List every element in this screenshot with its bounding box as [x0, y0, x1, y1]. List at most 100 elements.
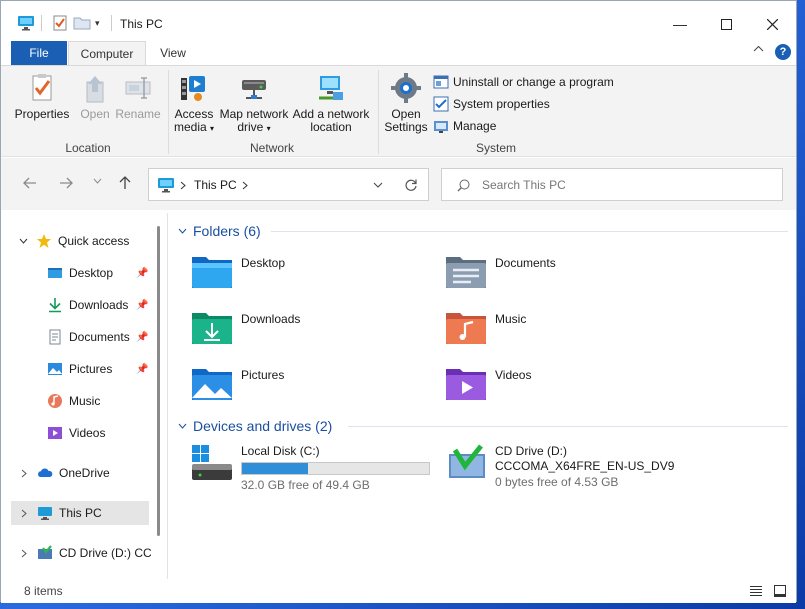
open-settings-label-2: Settings: [384, 120, 428, 134]
computer-icon[interactable]: [17, 13, 35, 33]
status-item-count: 8 items: [24, 584, 63, 598]
system-properties-label: System properties: [453, 97, 550, 111]
nav-onedrive[interactable]: OneDrive: [11, 461, 151, 485]
folder-documents[interactable]: Documents: [445, 253, 556, 289]
local-disk-icon: [192, 445, 232, 480]
nav-cd-drive[interactable]: CD Drive (D:) CCC: [11, 541, 151, 565]
properties-button[interactable]: Properties: [10, 72, 74, 121]
refresh-icon[interactable]: [404, 178, 418, 192]
navigation-pane: Quick access Desktop 📌 Downloads 📌 Docum…: [11, 211, 165, 579]
back-button[interactable]: [23, 176, 37, 192]
access-media-button[interactable]: Access media ▾: [171, 72, 217, 135]
pin-icon[interactable]: 📌: [136, 268, 148, 279]
nav-pictures-label: Pictures: [69, 362, 113, 376]
nav-quick-access[interactable]: Quick access: [11, 229, 151, 253]
nav-videos-label: Videos: [69, 426, 106, 440]
location-group-label: Location: [65, 141, 111, 155]
up-arrow-icon: [119, 176, 131, 189]
map-network-drive-button[interactable]: Map network drive ▾: [218, 72, 290, 135]
uninstall-icon: [433, 75, 449, 89]
open-settings-button[interactable]: Open Settings: [382, 72, 430, 134]
rename-icon: [125, 77, 151, 99]
details-view-icon[interactable]: [749, 585, 763, 597]
add-location-label-2: location: [310, 120, 352, 134]
folder-music-label: Music: [495, 312, 527, 326]
uninstall-program-button[interactable]: Uninstall or change a program: [433, 74, 614, 90]
section-chevron-icon: [178, 423, 187, 429]
nav-desktop[interactable]: Desktop: [47, 261, 113, 285]
folder-documents-label: Documents: [495, 256, 556, 270]
large-icons-view-icon[interactable]: [773, 584, 787, 598]
drive-d-volume-label: CCCOMA_X64FRE_EN-US_DV9: [495, 459, 675, 473]
maximize-icon: [720, 18, 732, 30]
nav-downloads[interactable]: Downloads: [47, 293, 128, 317]
manage-button[interactable]: Manage: [433, 118, 496, 134]
maximize-button[interactable]: [711, 11, 741, 37]
folder-desktop[interactable]: Desktop: [191, 253, 285, 289]
cd-drive-icon: [449, 444, 485, 478]
properties-qa-icon[interactable]: [52, 13, 68, 33]
manage-icon: [434, 121, 448, 133]
nav-music[interactable]: Music: [47, 389, 100, 413]
document-icon: [49, 329, 61, 345]
breadcrumb-this-pc[interactable]: This PC: [194, 178, 237, 192]
folder-pictures[interactable]: Pictures: [191, 365, 284, 401]
customize-qa-dropdown-icon[interactable]: ▾: [95, 13, 100, 33]
address-bar[interactable]: This PC: [148, 168, 429, 201]
collapsed-chevron-icon[interactable]: [21, 469, 27, 478]
search-box[interactable]: Search This PC: [441, 168, 783, 201]
open-button[interactable]: Open: [75, 72, 115, 121]
rename-button[interactable]: Rename: [115, 72, 161, 121]
ribbon: Properties Open Rename Location Access m…: [1, 65, 796, 157]
recent-locations-button[interactable]: [93, 176, 102, 187]
folders-section-header[interactable]: Folders (6): [178, 220, 788, 242]
system-properties-button[interactable]: System properties: [433, 96, 550, 112]
folder-downloads[interactable]: Downloads: [191, 309, 300, 345]
pin-icon[interactable]: 📌: [136, 300, 148, 311]
system-properties-icon: [433, 96, 449, 112]
pin-icon[interactable]: 📌: [136, 364, 148, 375]
nav-documents[interactable]: Documents: [47, 325, 130, 349]
add-network-location-icon: [319, 76, 343, 100]
star-icon: [37, 234, 51, 248]
help-icon[interactable]: ?: [775, 44, 791, 60]
nav-pane-scrollbar[interactable]: [157, 226, 160, 536]
folder-videos[interactable]: Videos: [445, 365, 531, 401]
map-drive-text: drive: [237, 120, 264, 134]
folder-pictures-label: Pictures: [241, 368, 285, 382]
access-media-dropdown-icon: ▾: [210, 124, 215, 133]
breadcrumb-chevron-icon[interactable]: [180, 181, 186, 190]
close-button[interactable]: [757, 11, 787, 37]
new-folder-qa-icon[interactable]: [73, 13, 91, 33]
forward-button[interactable]: [59, 176, 73, 192]
nav-videos[interactable]: Videos: [47, 421, 105, 445]
collapsed-chevron-icon[interactable]: [21, 549, 27, 558]
tab-computer[interactable]: Computer: [68, 41, 146, 65]
pane-divider[interactable]: [167, 213, 168, 579]
open-label: Open: [80, 107, 110, 121]
settings-gear-icon: [391, 73, 421, 103]
folder-downloads-label: Downloads: [241, 312, 301, 326]
map-drive-label-2: drive ▾: [237, 121, 270, 135]
manage-label: Manage: [453, 119, 497, 133]
drive-cd-d[interactable]: CD Drive (D:) CCCOMA_X64FRE_EN-US_DV9 0 …: [445, 444, 674, 489]
nav-pictures[interactable]: Pictures: [47, 357, 112, 381]
pin-icon[interactable]: 📌: [136, 332, 148, 343]
drive-local-disk-c[interactable]: Local Disk (C:) 32.0 GB free of 49.4 GB: [191, 444, 430, 492]
nav-this-pc[interactable]: This PC: [11, 501, 149, 525]
section-rule: [348, 426, 788, 427]
tab-file[interactable]: File: [11, 41, 67, 65]
add-network-location-button[interactable]: Add a network location: [291, 72, 371, 134]
expanded-chevron-icon[interactable]: [19, 238, 28, 244]
devices-section-header[interactable]: Devices and drives (2): [178, 415, 788, 437]
address-dropdown-icon[interactable]: [373, 182, 383, 188]
breadcrumb-chevron-icon-2[interactable]: [242, 181, 248, 190]
open-icon: [86, 76, 104, 103]
minimize-button[interactable]: —: [665, 11, 695, 37]
qa-divider-2: [111, 15, 112, 31]
folder-music[interactable]: Music: [445, 309, 526, 345]
collapsed-chevron-icon[interactable]: [21, 509, 27, 518]
tab-view[interactable]: View: [151, 41, 195, 65]
up-button[interactable]: [119, 176, 131, 193]
expand-ribbon-icon[interactable]: [753, 45, 764, 56]
